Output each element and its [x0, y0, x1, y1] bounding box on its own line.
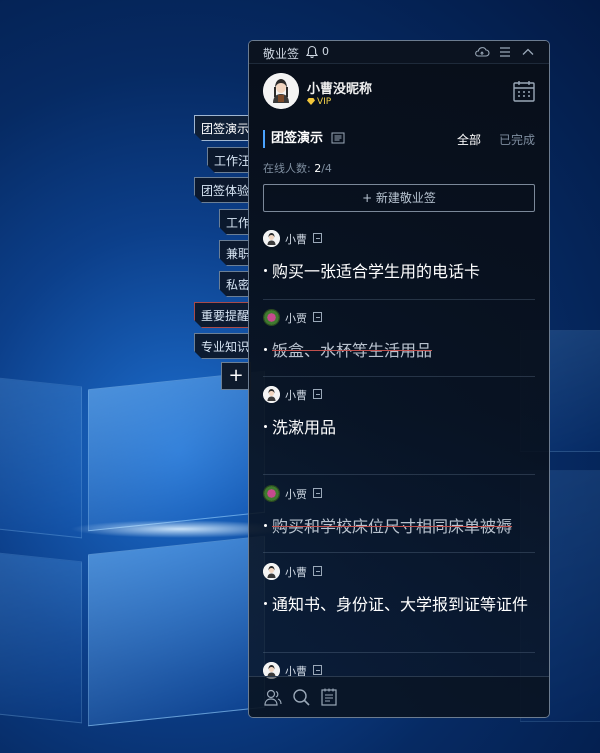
- author-avatar: [263, 230, 280, 247]
- search-icon[interactable]: [291, 687, 311, 707]
- wallpaper-pane: [0, 373, 82, 539]
- note-text[interactable]: 通知书、身份证、大学报到证等证件: [263, 594, 535, 616]
- diamond-icon: [307, 98, 315, 105]
- note-text[interactable]: 购买一张适合学生用的电话卡: [263, 261, 535, 283]
- divider: [263, 552, 535, 553]
- bottom-toolbar: [249, 676, 549, 717]
- titlebar: 敬业签 0: [249, 41, 549, 64]
- notepad-icon[interactable]: [319, 687, 339, 707]
- note-author: 小贾: [285, 312, 307, 325]
- note-detail-icon[interactable]: [313, 233, 322, 243]
- add-tab-button[interactable]: +: [221, 362, 251, 390]
- app-title: 敬业签: [263, 47, 300, 61]
- user-nickname[interactable]: 小曹没昵称: [307, 78, 372, 97]
- vip-badge: VIP: [307, 97, 331, 107]
- note-item[interactable]: 小曹 购买一张适合学生用的电话卡: [263, 230, 535, 283]
- menu-icon[interactable]: [497, 44, 513, 60]
- note-author: 小曹: [285, 233, 307, 246]
- group-title: 团签演示: [263, 130, 323, 148]
- divider: [263, 376, 535, 377]
- note-item[interactable]: 小贾 饭盒、水杯等生活用品: [263, 309, 535, 362]
- note-author: 小贾: [285, 488, 307, 501]
- collapse-icon[interactable]: [520, 44, 536, 60]
- side-tab-work[interactable]: 工作: [219, 209, 250, 235]
- note-author: 小曹: [285, 389, 307, 402]
- cloud-sync-icon[interactable]: [474, 44, 490, 60]
- side-tab-important[interactable]: 重要提醒: [194, 302, 250, 328]
- side-tab-private[interactable]: 私密: [219, 271, 250, 297]
- side-tab-work-wang[interactable]: 工作汪: [207, 147, 250, 173]
- main-panel: 敬业签 0 小曹没昵称 VIP 团签演示 全部 已完成 在线人数: 2/4 + …: [248, 40, 550, 718]
- notification-count: 0: [322, 45, 329, 58]
- divider: [263, 652, 535, 653]
- calendar-icon[interactable]: [512, 79, 536, 103]
- side-tab-team-demo[interactable]: 团签演示: [194, 115, 250, 141]
- filter-all-tab[interactable]: 全部: [457, 131, 481, 148]
- author-avatar: [263, 563, 280, 580]
- author-avatar: [263, 386, 280, 403]
- group-menu-icon[interactable]: [331, 131, 345, 145]
- note-text[interactable]: 洗漱用品: [263, 417, 535, 439]
- note-author: 小曹: [285, 566, 307, 579]
- wallpaper-pane: [0, 548, 82, 724]
- avatar[interactable]: [263, 73, 299, 109]
- divider: [263, 474, 535, 475]
- note-text[interactable]: 购买和学校床位尺寸相同床单被褥: [263, 516, 535, 538]
- online-count: 在线人数: 2/4: [263, 162, 332, 175]
- wallpaper-pane: [88, 535, 265, 727]
- contacts-icon[interactable]: [263, 687, 283, 707]
- note-detail-icon[interactable]: [313, 312, 322, 322]
- side-tab-knowledge[interactable]: 专业知识: [194, 333, 250, 359]
- author-avatar: [263, 485, 280, 502]
- note-detail-icon[interactable]: [313, 389, 322, 399]
- side-tab-part-time[interactable]: 兼职: [219, 240, 250, 266]
- wallpaper-pane: [88, 370, 265, 532]
- author-avatar: [263, 309, 280, 326]
- note-item[interactable]: 小贾 购买和学校床位尺寸相同床单被褥: [263, 485, 535, 538]
- note-text[interactable]: 饭盒、水杯等生活用品: [263, 340, 535, 362]
- filter-done-tab[interactable]: 已完成: [499, 131, 535, 148]
- note-detail-icon[interactable]: [313, 566, 322, 576]
- note-detail-icon[interactable]: [313, 665, 322, 675]
- divider: [263, 299, 535, 300]
- note-detail-icon[interactable]: [313, 488, 322, 498]
- note-item[interactable]: 小曹 洗漱用品: [263, 386, 535, 439]
- bell-icon[interactable]: [305, 45, 319, 59]
- note-item[interactable]: 小曹 通知书、身份证、大学报到证等证件: [263, 563, 535, 616]
- side-tab-team-trial[interactable]: 团签体验: [194, 177, 250, 203]
- new-note-button[interactable]: + 新建敬业签: [263, 184, 535, 212]
